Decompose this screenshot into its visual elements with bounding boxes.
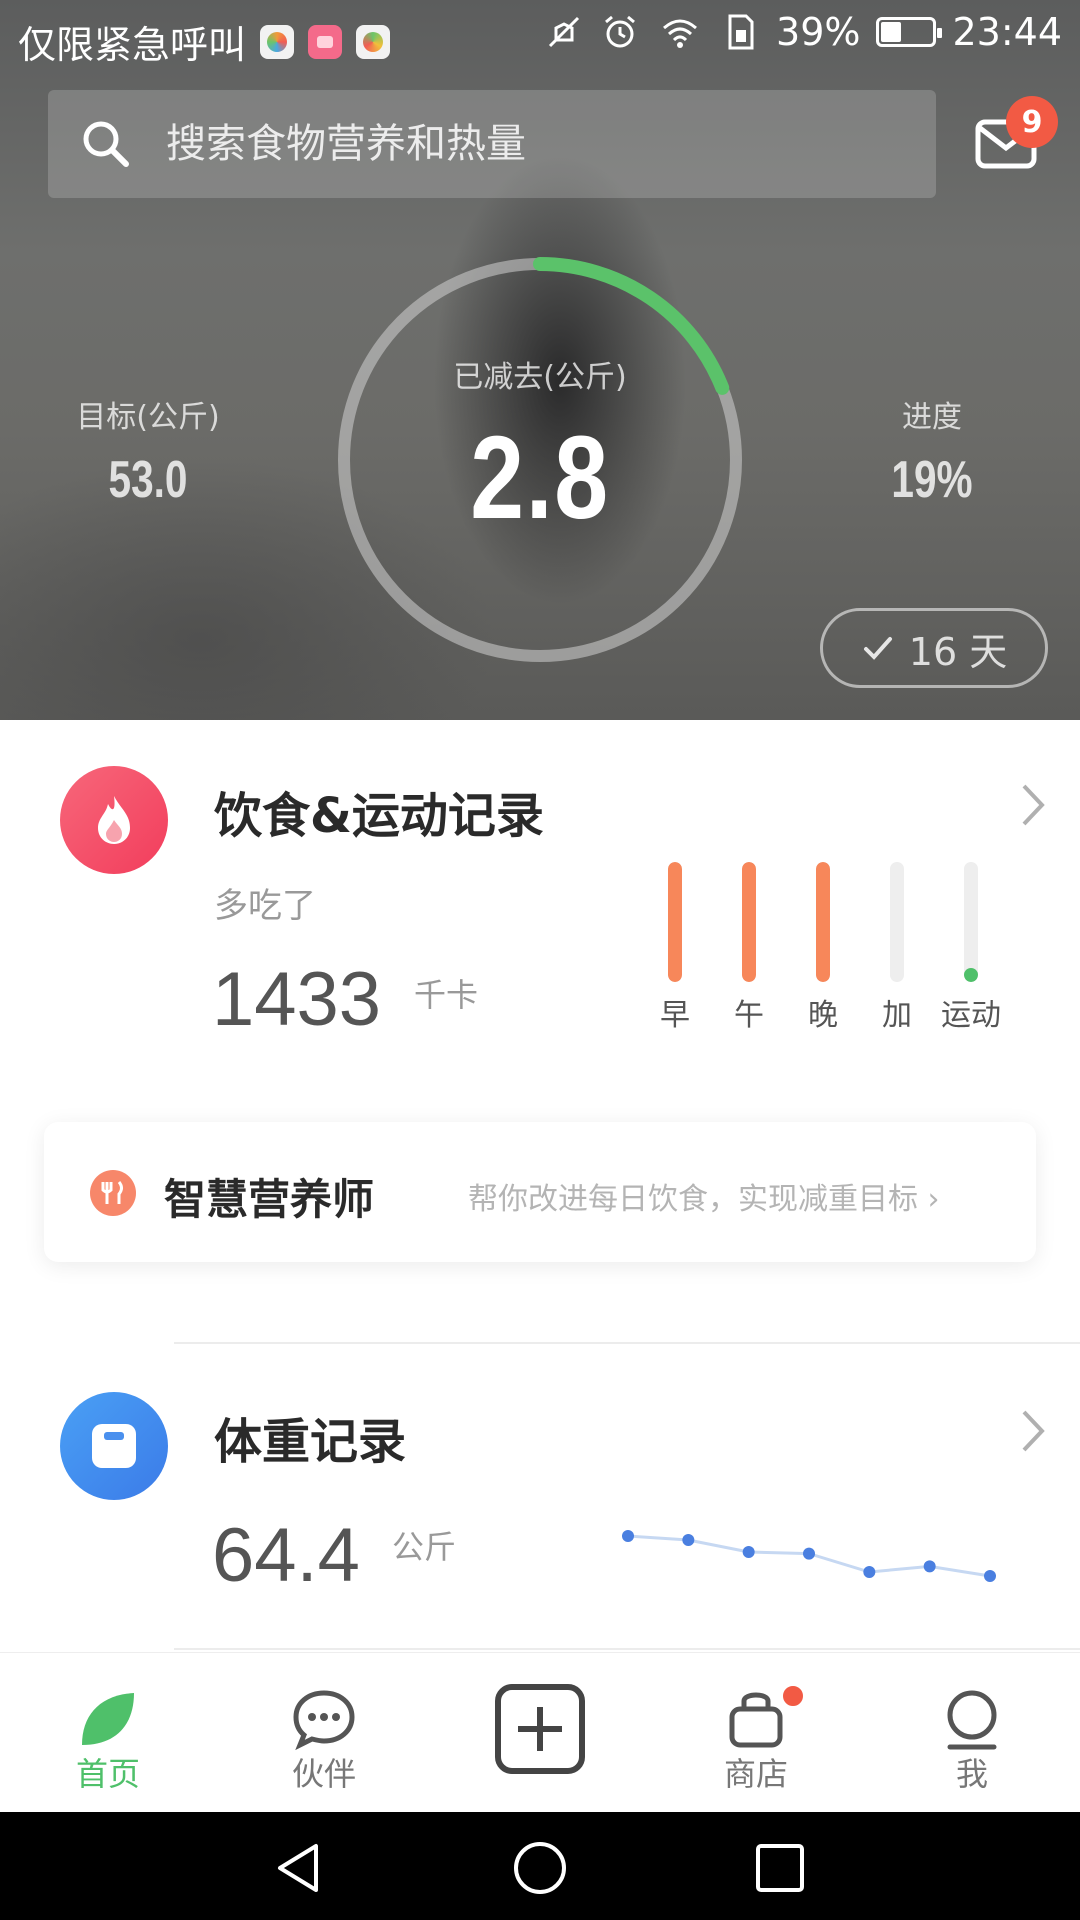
nutritionist-title: 智慧营养师: [164, 1175, 375, 1224]
flame-icon: [60, 766, 168, 874]
lost-label: 已减去(公斤): [453, 360, 627, 395]
chevron-right-icon[interactable]: [1018, 780, 1048, 830]
calorie-status-label: 多吃了: [214, 886, 316, 926]
meal-bar: 早: [640, 862, 710, 1033]
store-notification-dot: [780, 1683, 806, 1709]
meal-bar: 午: [714, 862, 784, 1033]
battery-level: [881, 22, 902, 42]
shopping-bag-icon: [729, 1692, 783, 1748]
trend-point: [742, 1546, 755, 1558]
meal-bar-track: [816, 862, 830, 982]
target-label: 目标(公斤): [76, 400, 220, 435]
carrier-text: 仅限紧急呼叫: [18, 23, 247, 67]
cutlery-icon: [90, 1170, 136, 1216]
chevron-right-icon[interactable]: [1018, 1406, 1048, 1456]
add-icon: [495, 1684, 585, 1774]
check-in-days-text: 16 天: [908, 629, 1008, 674]
lost-value: 2.8: [470, 412, 610, 544]
calorie-unit: 千卡: [414, 976, 479, 1014]
trend-point: [984, 1570, 996, 1582]
message-count-badge: 9: [1006, 96, 1058, 148]
meal-bar-track: [742, 862, 756, 982]
meal-bar-fill: [668, 862, 682, 982]
trend-point: [622, 1530, 634, 1542]
meal-bar-fill: [816, 862, 830, 982]
meal-bar-track: [668, 862, 682, 982]
trend-point: [863, 1566, 876, 1578]
health-notification-icon: [308, 24, 343, 59]
search-input[interactable]: [166, 114, 866, 174]
mute-icon: [548, 16, 580, 48]
search-icon: [83, 121, 129, 167]
meal-bar-label: 运动: [941, 998, 1001, 1033]
recents-icon[interactable]: [752, 1840, 808, 1896]
profile-icon: [947, 1690, 997, 1750]
nav-me[interactable]: 我: [864, 1653, 1080, 1813]
battery-percent: 39%: [776, 10, 861, 54]
meal-bar: 晚: [788, 862, 858, 1033]
trend-point: [923, 1560, 936, 1573]
bottom-nav: 首页 伙伴 商店 我: [0, 1652, 1080, 1812]
clock: 23:44: [952, 10, 1062, 54]
trend-point: [682, 1534, 695, 1546]
weight-trend-sparkline: [622, 1530, 996, 1582]
meal-bars-chart: 早午晚加运动: [640, 862, 1001, 1033]
nav-store[interactable]: 商店: [648, 1653, 864, 1813]
progress-label: 进度: [902, 400, 962, 435]
meal-bar: 加: [862, 862, 932, 1033]
nav-partners[interactable]: 伙伴: [216, 1653, 432, 1813]
weight-card-title: 体重记录: [214, 1414, 407, 1470]
home-icon[interactable]: [512, 1840, 568, 1896]
check-icon: [863, 637, 892, 660]
divider: [174, 1342, 1080, 1344]
system-navigation-bar: [0, 1812, 1080, 1920]
target-value: 53.0: [108, 451, 188, 509]
sim-icon: [728, 14, 754, 50]
weight-value: 64.4: [212, 1513, 360, 1598]
calorie-value: 1433: [212, 957, 382, 1042]
leaf-icon: [82, 1693, 134, 1745]
meal-bar: 运动: [936, 862, 1006, 1033]
battery-icon: [876, 17, 943, 47]
meal-bar-fill: [964, 967, 978, 982]
app-notification-icon: [356, 24, 391, 59]
meal-bar-track: [964, 862, 978, 982]
diet-card-title: 饮食&运动记录: [214, 788, 544, 844]
nav-store-label: 商店: [723, 1755, 788, 1793]
nav-home-label: 首页: [75, 1755, 140, 1793]
nav-add-button[interactable]: [432, 1653, 648, 1813]
trend-point: [803, 1547, 815, 1560]
alarm-icon: [605, 15, 635, 48]
nav-me-label: 我: [955, 1755, 988, 1793]
meal-bar-fill: [742, 862, 756, 982]
check-in-days-button[interactable]: 16 天: [820, 608, 1048, 688]
smart-nutritionist-card[interactable]: 智慧营养师 帮你改进每日饮食，实现减重目标 ›: [44, 1122, 1036, 1262]
nav-home[interactable]: 首页: [0, 1653, 216, 1813]
weight-unit: 公斤: [392, 1528, 457, 1566]
progress-value: 19%: [891, 451, 973, 509]
app-notification-icon: [260, 24, 295, 59]
meal-bar-track: [890, 862, 904, 982]
nav-partners-label: 伙伴: [291, 1755, 356, 1793]
status-bar: 仅限紧急呼叫 39% 23:44: [0, 0, 1080, 74]
chat-bubble-icon: [293, 1690, 355, 1751]
wifi-icon: [663, 19, 698, 48]
search-bar[interactable]: [48, 90, 936, 198]
scale-icon: [60, 1392, 168, 1500]
nutritionist-subtitle: 帮你改进每日饮食，实现减重目标 ›: [468, 1182, 940, 1217]
divider: [174, 1648, 1080, 1650]
hero-banner: 仅限紧急呼叫 39% 23:44 搜索食物营养和热量 9 已减去(公斤) 2.8…: [0, 0, 1080, 720]
back-icon[interactable]: [272, 1840, 328, 1896]
